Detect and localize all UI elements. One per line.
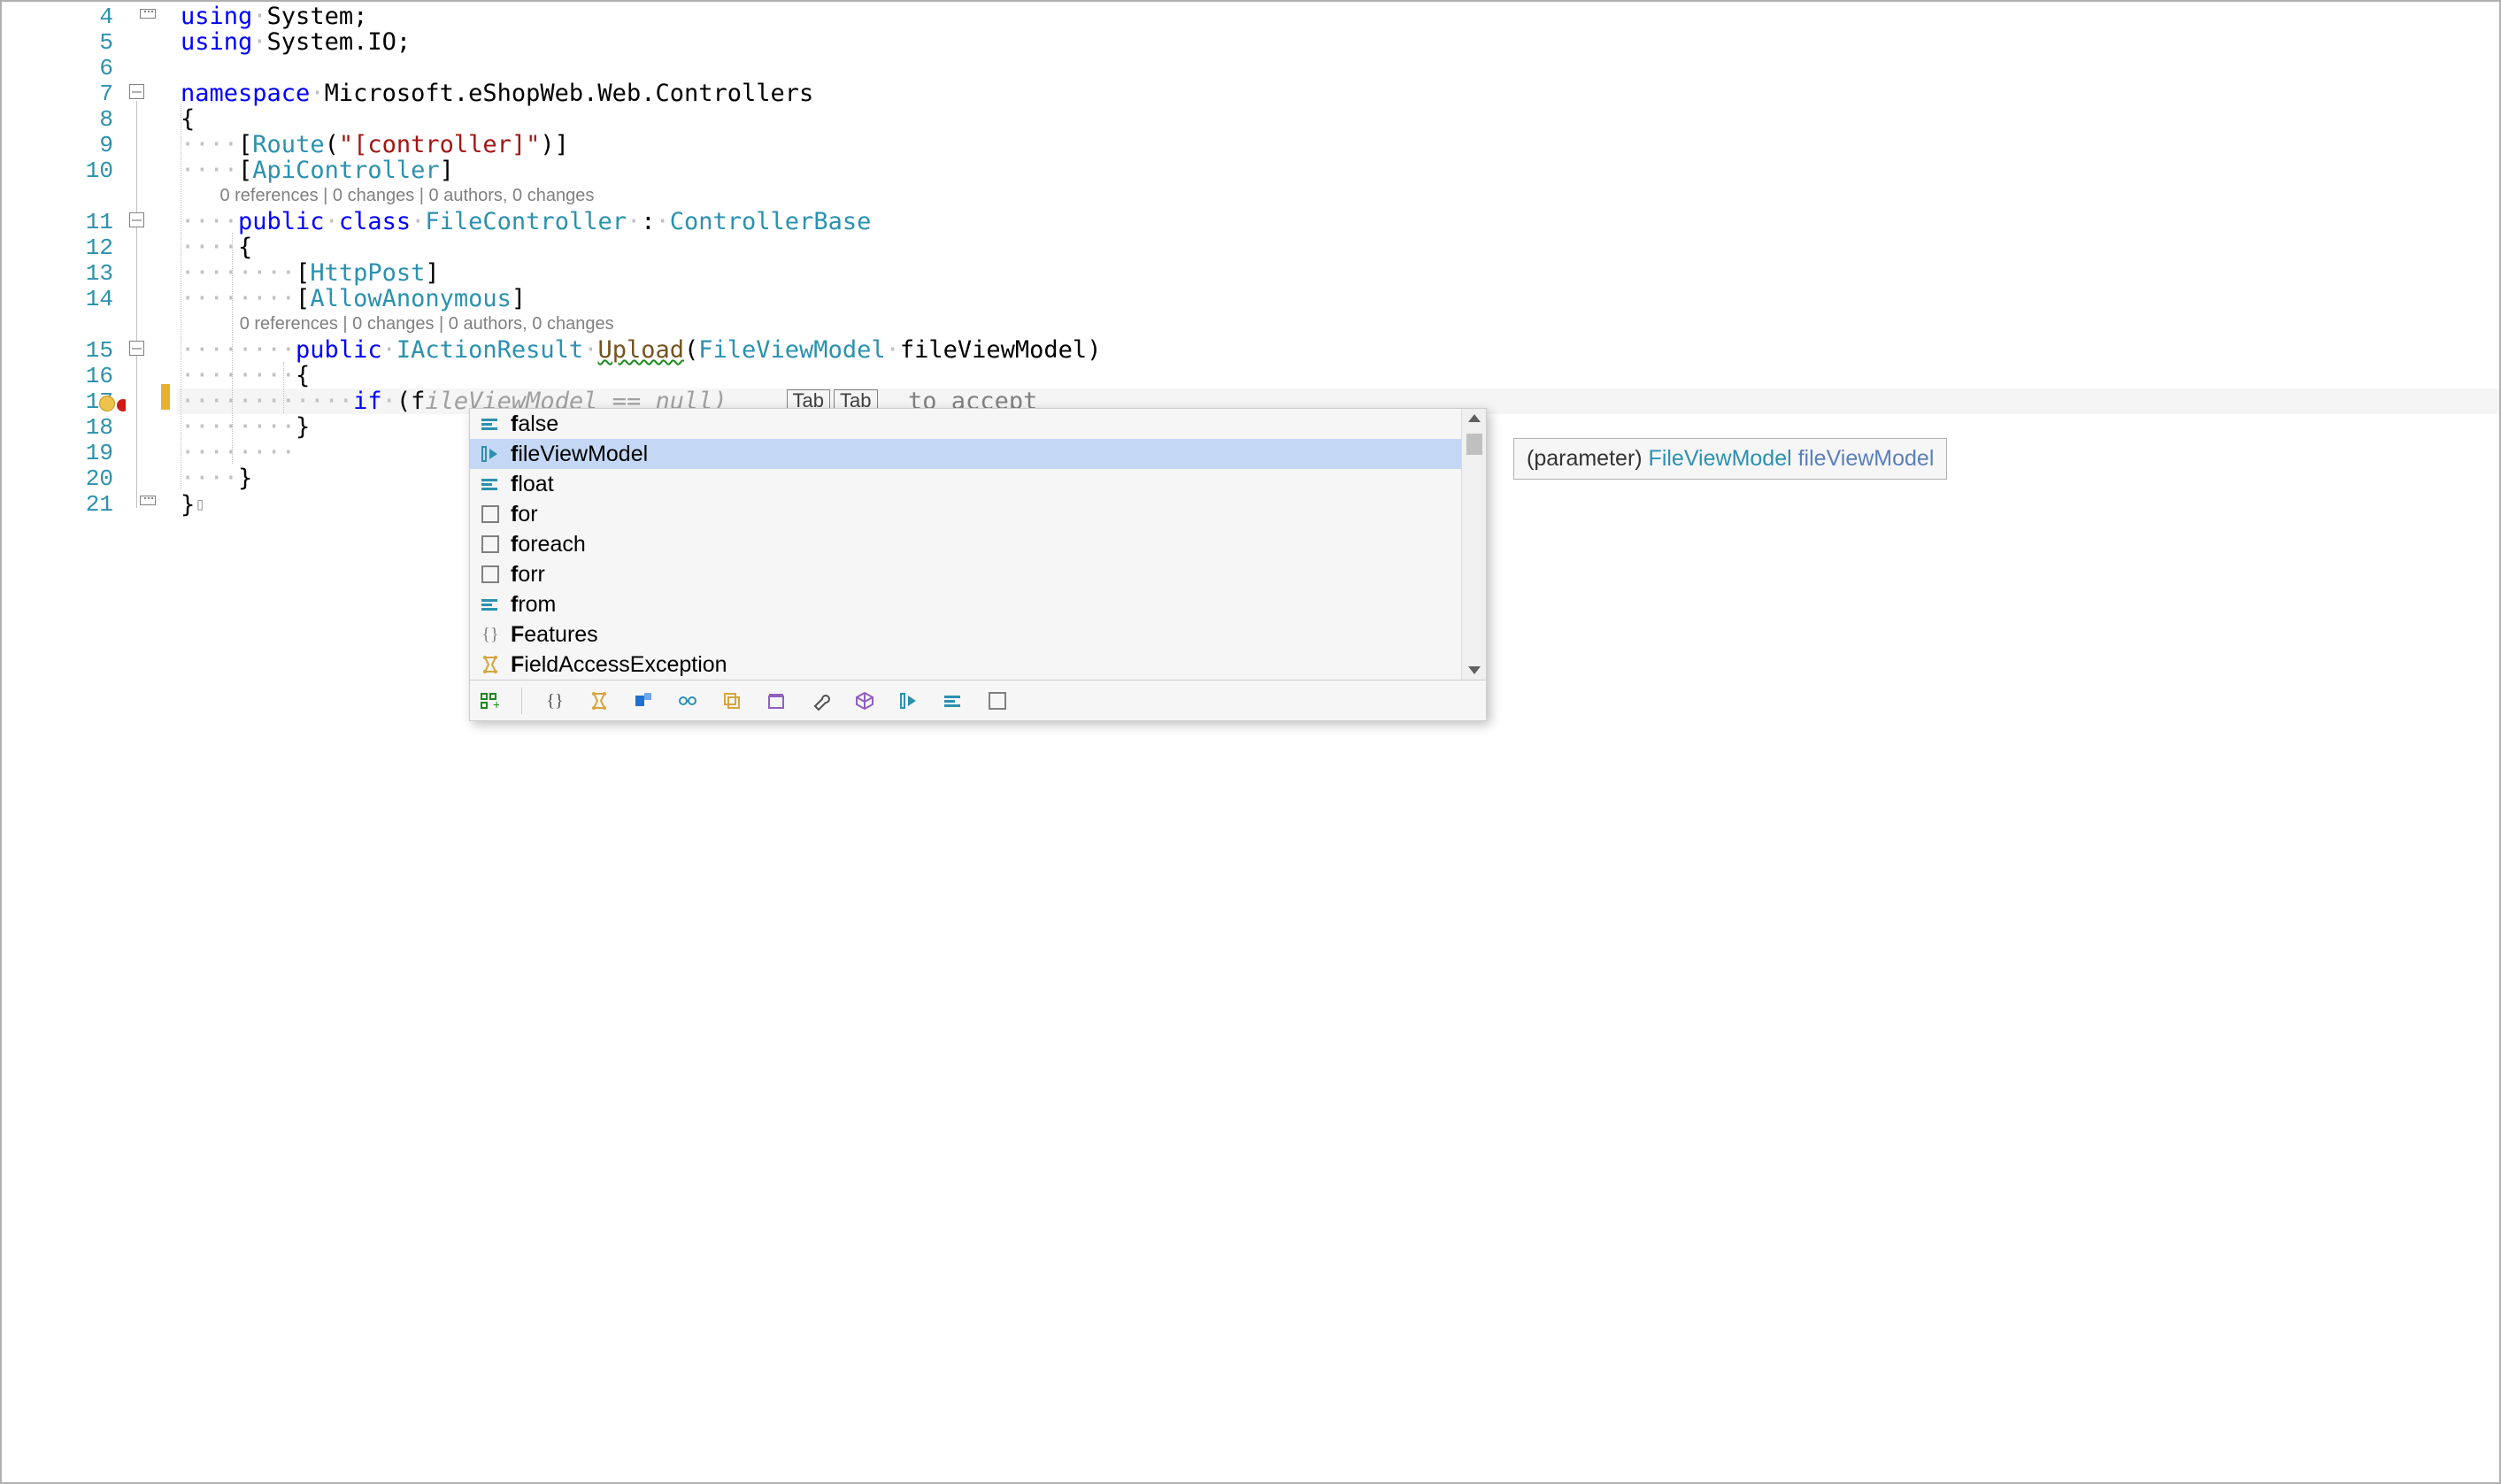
intellisense-item[interactable]: false — [470, 409, 1486, 439]
line-number: 15 — [2, 337, 126, 363]
line-number: 8 — [2, 106, 126, 132]
param-icon — [477, 442, 504, 465]
line-number: 17 — [2, 388, 126, 414]
filter-snippet2-button[interactable] — [984, 688, 1011, 714]
change-marker — [161, 384, 170, 410]
code-line[interactable]: ····[ApiController] — [177, 158, 2499, 183]
code-line[interactable]: ········public·IActionResult·Upload(File… — [177, 337, 2499, 363]
snippet-icon — [477, 533, 504, 556]
intellisense-item[interactable]: from — [470, 589, 1486, 619]
code-line[interactable]: namespace·Microsoft.eShopWeb.Web.Control… — [177, 81, 2499, 106]
line-number: 18 — [2, 414, 126, 440]
line-number: 13 — [2, 260, 126, 286]
code-line[interactable]: ····public·class·FileController·:·Contro… — [177, 209, 2499, 235]
intellisense-item-label: from — [511, 592, 556, 618]
intellisense-item[interactable]: foreach — [470, 529, 1486, 559]
code-line[interactable]: using·System; — [177, 4, 2499, 29]
filter-class2-button[interactable] — [586, 688, 612, 714]
line-number: 14 — [2, 286, 126, 311]
line-number: 12 — [2, 235, 126, 260]
codelens[interactable]: 0 references | 0 changes | 0 authors, 0 … — [177, 183, 2499, 209]
code-line[interactable]: using·System.IO; — [177, 29, 2499, 55]
fold-toggle-icon[interactable] — [129, 212, 144, 227]
intellisense-item-label: false — [511, 411, 558, 437]
filter-braces-button[interactable]: {} — [542, 688, 568, 714]
code-line[interactable]: ····[Route("[controller]")] — [177, 132, 2499, 158]
intellisense-item[interactable]: {} Features — [470, 619, 1486, 650]
intellisense-item[interactable]: forr — [470, 559, 1486, 589]
scroll-down-icon[interactable] — [1468, 666, 1481, 674]
outline-collapse-marker — [140, 9, 156, 19]
intellisense-item[interactable]: FieldAccessException — [470, 650, 1486, 680]
line-number: 11 — [2, 209, 126, 235]
line-number: 10 — [2, 158, 126, 183]
intellisense-list[interactable]: false fileViewModel float for foreach forr fro… — [470, 409, 1486, 680]
toolbar-separator — [521, 688, 522, 714]
code-line[interactable] — [177, 55, 2499, 81]
class-icon — [477, 653, 504, 676]
namespace-icon: {} — [477, 623, 504, 646]
line-number: 5 — [2, 29, 126, 55]
line-number-gutter: 45678910 11121314 15161718192021 — [2, 2, 126, 1482]
line-number: 6 — [2, 55, 126, 81]
scroll-thumb[interactable] — [1466, 434, 1482, 455]
intellisense-item[interactable]: for — [470, 499, 1486, 529]
code-line[interactable]: { — [177, 106, 2499, 132]
outline-margin — [126, 2, 177, 1482]
svg-text:+: + — [493, 697, 499, 711]
filter-package-button[interactable] — [763, 688, 789, 714]
scroll-up-icon[interactable] — [1468, 414, 1481, 422]
intellisense-item[interactable]: fileViewModel — [470, 439, 1486, 469]
filter-cube-button[interactable] — [851, 688, 878, 714]
intellisense-item-label: float — [511, 472, 554, 497]
fold-toggle-icon[interactable] — [129, 84, 144, 99]
code-line[interactable]: ········[HttpPost] — [177, 260, 2499, 286]
intellisense-scrollbar[interactable] — [1461, 409, 1486, 680]
intellisense-popup[interactable]: false fileViewModel float for foreach forr fro… — [469, 408, 1487, 721]
svg-text:{}: {} — [546, 691, 563, 711]
intellisense-item-label: forr — [511, 562, 545, 588]
line-number: 7 — [2, 81, 126, 106]
line-number: 16 — [2, 363, 126, 388]
intellisense-item-label: for — [511, 502, 538, 527]
outline-collapse-marker — [140, 496, 156, 505]
svg-text:{}: {} — [481, 625, 498, 644]
keyword-icon — [477, 593, 504, 616]
code-line[interactable]: ····{ — [177, 235, 2499, 260]
line-number — [2, 311, 126, 337]
snippet-icon — [477, 503, 504, 526]
keyword-icon — [477, 412, 504, 435]
parameter-tooltip: (parameter) FileViewModel fileViewModel — [1513, 438, 1947, 480]
line-number — [2, 183, 126, 209]
code-area[interactable]: using·System; using·System.IO; namespace… — [177, 2, 2499, 1482]
codelens[interactable]: 0 references | 0 changes | 0 authors, 0 … — [177, 311, 2499, 337]
intellisense-item-label: Features — [511, 622, 598, 648]
code-line[interactable]: ········{ — [177, 363, 2499, 388]
intellisense-item[interactable]: float — [470, 469, 1486, 499]
line-number: 4 — [2, 4, 126, 29]
intellisense-filter-toolbar[interactable]: + {} — [470, 680, 1486, 720]
filter-keyword2-button[interactable] — [940, 688, 966, 714]
line-number: 19 — [2, 440, 126, 465]
intellisense-item-label: foreach — [511, 532, 586, 557]
fold-toggle-icon[interactable] — [129, 341, 144, 356]
line-number: 20 — [2, 465, 126, 491]
filter-stack-button[interactable] — [719, 688, 745, 714]
filter-component-button[interactable] — [630, 688, 657, 714]
intellisense-item-label: fileViewModel — [511, 442, 648, 467]
line-number: 9 — [2, 132, 126, 158]
code-editor[interactable]: 45678910 11121314 15161718192021 using·Sys… — [0, 0, 2501, 1484]
line-number: 21 — [2, 491, 126, 517]
snippet-icon — [477, 563, 504, 586]
filter-link-button[interactable] — [674, 688, 701, 714]
filter-wrench-button[interactable] — [807, 688, 834, 714]
intellisense-item-label: FieldAccessException — [511, 652, 727, 678]
code-line[interactable]: ········[AllowAnonymous] — [177, 286, 2499, 311]
filter-param2-button[interactable] — [896, 688, 922, 714]
keyword-icon — [477, 473, 504, 496]
filter-target-button[interactable]: + — [475, 688, 502, 714]
